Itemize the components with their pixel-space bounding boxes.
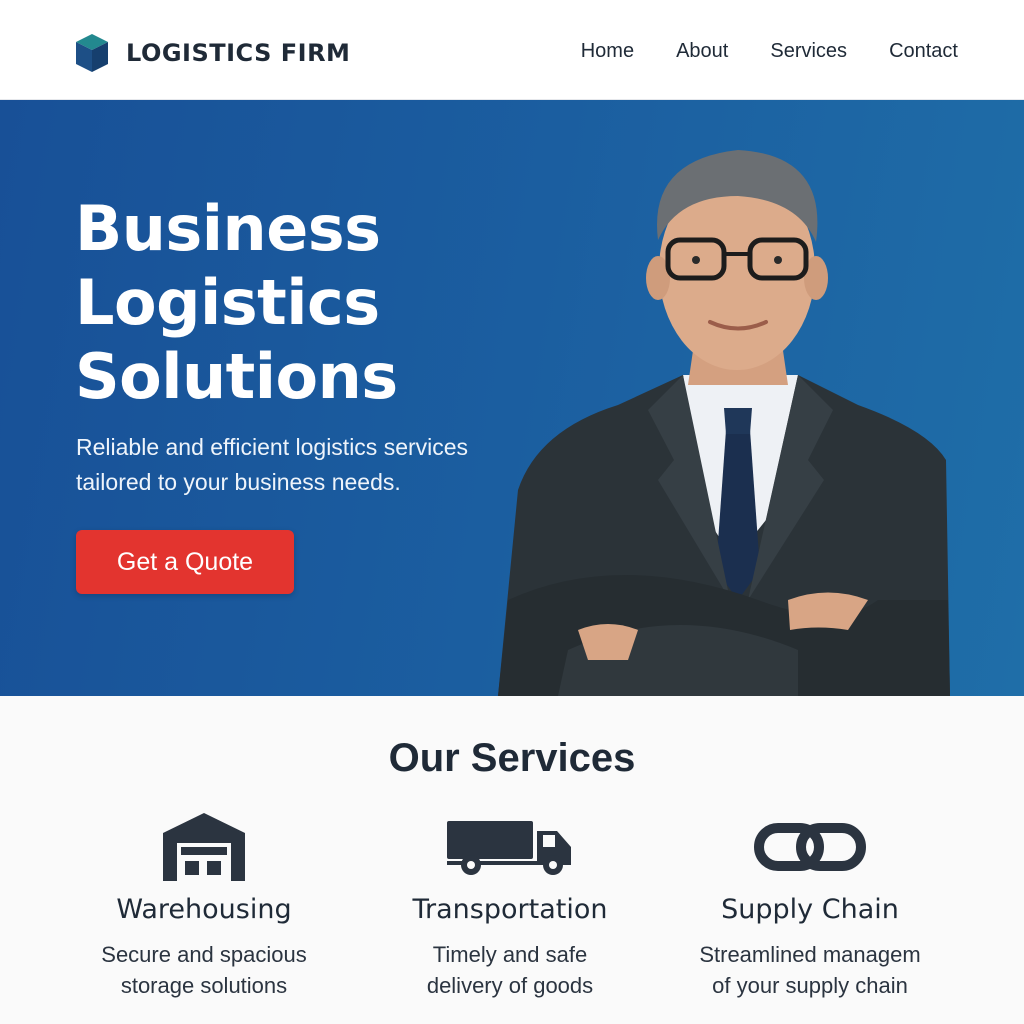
service-supply-chain[interactable]: Supply Chain Streamlined managem of your…	[660, 810, 960, 1001]
site-header: LOGISTICS FIRM Home About Services Conta…	[0, 0, 1024, 100]
brand-name: LOGISTICS FIRM	[126, 39, 351, 67]
hero-section: Business Logistics Solutions Reliable an…	[0, 100, 1024, 696]
service-name: Transportation	[412, 894, 608, 925]
nav-home[interactable]: Home	[581, 40, 634, 63]
service-name: Supply Chain	[721, 894, 899, 925]
main-nav: Home About Services Contact	[581, 40, 958, 63]
nav-contact[interactable]: Contact	[889, 40, 958, 63]
nav-about[interactable]: About	[676, 40, 728, 63]
truck-icon	[447, 821, 571, 875]
brand[interactable]: LOGISTICS FIRM	[74, 32, 350, 74]
chain-link-icon	[754, 823, 866, 871]
businessman-photo	[498, 150, 950, 696]
service-warehousing[interactable]: Warehousing Secure and spacious storage …	[54, 810, 354, 1001]
hero-subtitle: Reliable and efficient logistics service…	[76, 434, 469, 495]
get-quote-button[interactable]: Get a Quote	[76, 530, 294, 594]
nav-services[interactable]: Services	[770, 40, 847, 63]
service-transportation[interactable]: Transportation Timely and safe delivery …	[360, 810, 660, 1001]
hero-title: Business Logistics Solutions	[75, 192, 398, 413]
cube-logo-icon	[76, 34, 108, 72]
service-description: Secure and spacious storage solutions	[101, 942, 307, 998]
service-description: Streamlined managem of your supply chain	[699, 942, 921, 998]
service-name: Warehousing	[116, 894, 292, 925]
service-description: Timely and safe delivery of goods	[426, 942, 594, 998]
services-title: Our Services	[388, 736, 636, 780]
warehouse-icon	[163, 813, 245, 881]
